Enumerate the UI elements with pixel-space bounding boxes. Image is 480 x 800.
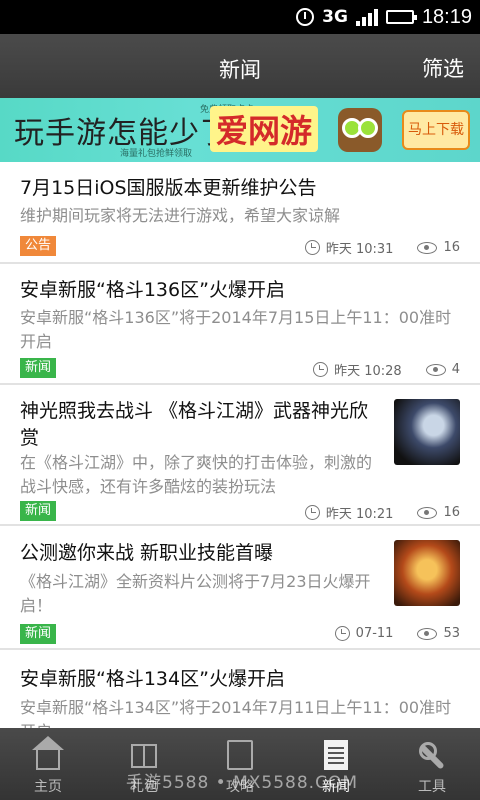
eye-icon [417, 627, 438, 640]
tag-badge: 公告 [20, 236, 57, 256]
title-bar: 新闻 筛选 [0, 34, 480, 98]
view-count: 16 [443, 505, 460, 520]
tag-badge: 新闻 [20, 358, 57, 378]
news-time: 昨天 10:31 [325, 242, 394, 257]
download-button[interactable]: 马上下载 [402, 110, 470, 150]
news-summary: 安卓新服“格斗136区”将于2014年7月15日上午11：00准时开启 [20, 308, 452, 351]
news-summary: 安卓新服“格斗134区”将于2014年7月11日上午11：00准时开启 [20, 698, 452, 728]
news-title: 7月15日iOS国服版本更新维护公告 [20, 177, 317, 199]
eye-icon [417, 506, 438, 519]
news-item[interactable]: 安卓新服“格斗134区”火爆开启 安卓新服“格斗134区”将于2014年7月11… [0, 650, 480, 728]
tag-badge: 新闻 [20, 624, 57, 644]
document-icon [324, 740, 348, 770]
clock-icon [304, 505, 320, 520]
news-meta: 07-11 53 [334, 626, 460, 641]
news-item[interactable]: 公测邀你来战 新职业技能首曝 《格斗江湖》全新资料片公测将于7月23日火爆开启！… [0, 526, 480, 650]
news-item[interactable]: 神光照我去战斗 《格斗江湖》武器神光欣赏 在《格斗江湖》中，除了爽快的打击体验，… [0, 385, 480, 526]
battery-icon [385, 10, 417, 24]
owl-logo-icon [338, 108, 382, 152]
home-icon [32, 736, 64, 770]
news-item[interactable]: 7月15日iOS国服版本更新维护公告 维护期间玩家将无法进行游戏，希望大家谅解 … [0, 162, 480, 264]
news-summary: 维护期间玩家将无法进行游戏，希望大家谅解 [20, 206, 341, 225]
news-title: 安卓新服“格斗136区”火爆开启 [20, 279, 285, 301]
tag-badge: 新闻 [20, 501, 57, 521]
view-count: 4 [451, 362, 460, 377]
news-list: 7月15日iOS国服版本更新维护公告 维护期间玩家将无法进行游戏，希望大家谅解 … [0, 162, 480, 728]
nav-label: 主页 [34, 779, 62, 795]
clock-icon [313, 362, 329, 377]
news-time: 07-11 [355, 626, 394, 641]
nav-tools[interactable]: 工具 [384, 728, 480, 800]
status-bar: 3G 18:19 [0, 0, 480, 34]
alarm-icon [296, 8, 315, 26]
signal-icon [355, 8, 378, 26]
news-thumbnail [394, 399, 460, 465]
news-meta: 昨天 10:21 16 [304, 503, 460, 522]
banner-brand: 爱网游 [210, 106, 319, 152]
network-type: 3G [322, 7, 348, 27]
news-title: 安卓新服“格斗134区”火爆开启 [20, 668, 285, 690]
page-title: 新闻 [219, 58, 261, 82]
banner-scribble: 海量礼包抢鲜领取 [120, 149, 193, 159]
news-time: 昨天 10:21 [325, 507, 394, 522]
news-summary: 《格斗江湖》全新资料片公测将于7月23日火爆开启！ [20, 572, 371, 615]
ad-banner[interactable]: 玩手游怎能少了 免费领取点卡 海量礼包抢鲜领取 爱网游 马上下载 [0, 98, 480, 162]
clock-icon [304, 240, 320, 255]
news-meta: 昨天 10:31 16 [304, 238, 460, 257]
eye-icon [425, 363, 446, 376]
view-count: 16 [443, 240, 460, 255]
news-summary: 在《格斗江湖》中，除了爽快的打击体验，刺激的战斗快感，还有许多酷炫的装扮玩法 [20, 453, 373, 496]
book-icon [227, 740, 253, 770]
nav-home[interactable]: 主页 [0, 728, 96, 800]
gift-icon [131, 744, 157, 768]
news-title: 神光照我去战斗 《格斗江湖》武器神光欣赏 [20, 400, 369, 449]
clock-icon [334, 626, 350, 641]
news-thumbnail [394, 540, 460, 606]
news-time: 昨天 10:28 [334, 364, 402, 379]
view-count: 53 [443, 626, 460, 641]
nav-label: 工具 [418, 779, 446, 795]
news-title: 公测邀你来战 新职业技能首曝 [20, 542, 274, 564]
wrench-icon [417, 740, 447, 770]
news-meta: 昨天 10:28 4 [313, 360, 460, 379]
clock-time: 18:19 [421, 5, 472, 28]
eye-icon [417, 241, 438, 254]
watermark: 手游5588 • MX5588.COM [126, 773, 358, 793]
filter-button[interactable]: 筛选 [422, 53, 464, 83]
news-item[interactable]: 安卓新服“格斗136区”火爆开启 安卓新服“格斗136区”将于2014年7月15… [0, 264, 480, 385]
